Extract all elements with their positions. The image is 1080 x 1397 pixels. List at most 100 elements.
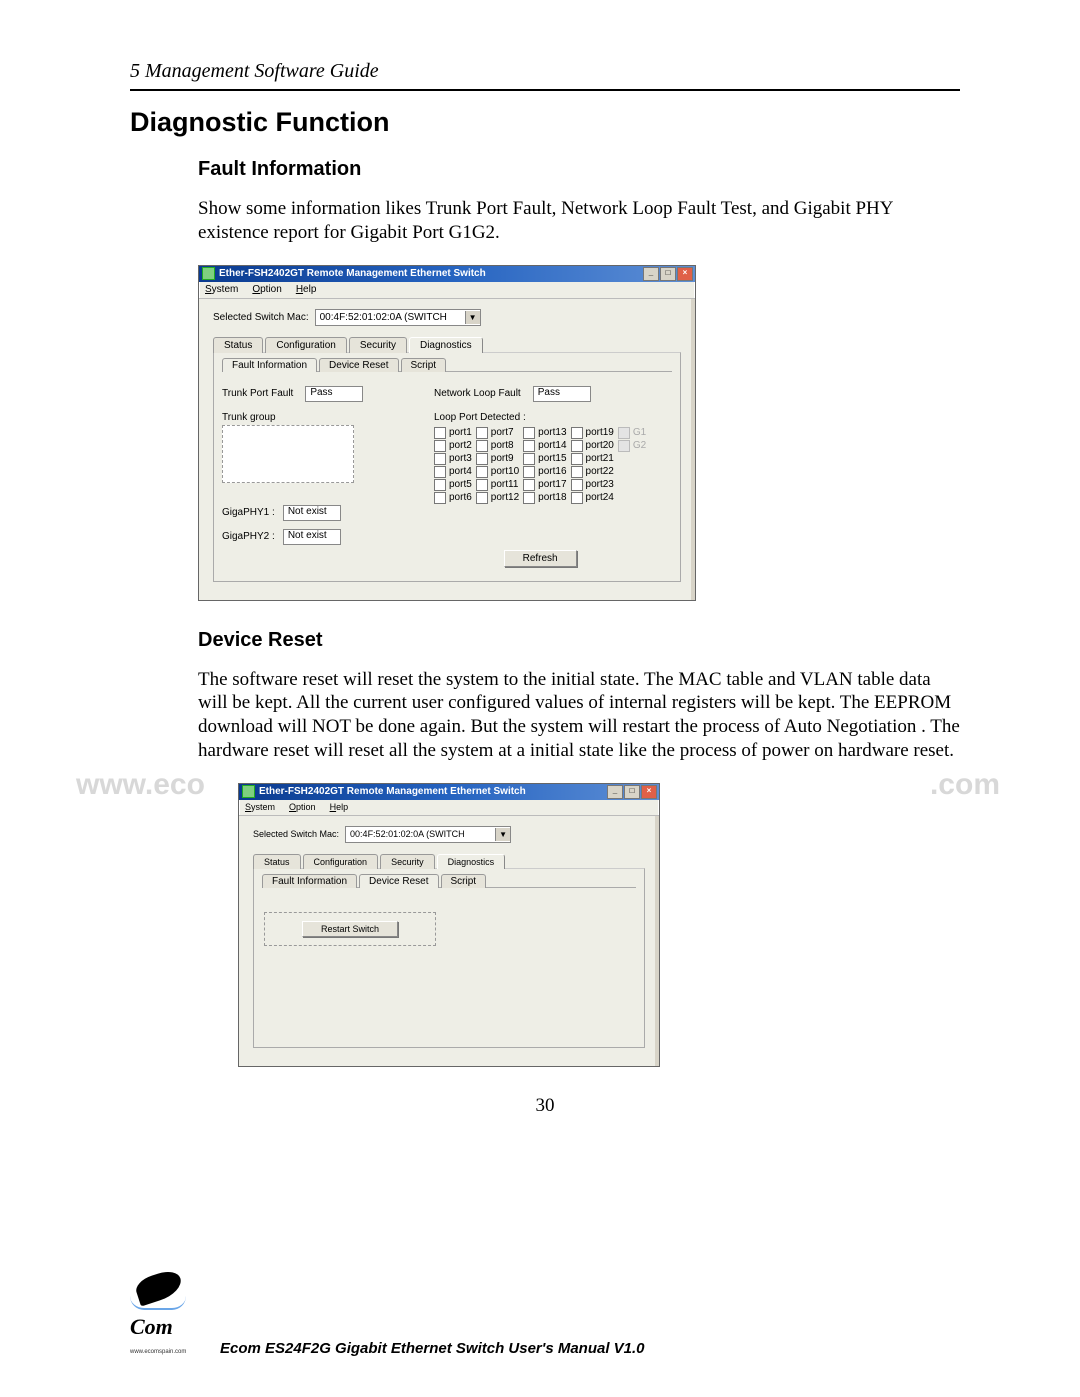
loop-port-label: port9 bbox=[491, 453, 514, 464]
checkbox-icon bbox=[618, 427, 630, 439]
checkbox-icon[interactable] bbox=[523, 479, 535, 491]
app-window-reset: Ether-FSH2402GT Remote Management Ethern… bbox=[238, 783, 660, 1067]
subtab-device-reset[interactable]: Device Reset bbox=[319, 358, 398, 372]
tab-security-2[interactable]: Security bbox=[380, 854, 435, 869]
loop-port-cell: port4 bbox=[434, 466, 472, 478]
subtab-script[interactable]: Script bbox=[401, 358, 447, 372]
subsection-fault-title: Fault Information bbox=[198, 158, 960, 181]
loop-port-cell: port22 bbox=[571, 466, 614, 478]
restart-switch-button[interactable]: Restart Switch bbox=[302, 921, 398, 937]
mac-combo-2[interactable]: 00:4F:52:01:02:0A (SWITCH ▼ bbox=[345, 826, 511, 843]
chevron-down-icon[interactable]: ▼ bbox=[465, 311, 480, 324]
reset-description: The software reset will reset the system… bbox=[198, 668, 960, 763]
trunk-group-list[interactable] bbox=[222, 425, 354, 483]
close-button[interactable]: × bbox=[677, 267, 693, 281]
loop-port-cell: port15 bbox=[523, 453, 566, 465]
checkbox-icon[interactable] bbox=[476, 427, 488, 439]
minimize-button-2[interactable]: _ bbox=[607, 785, 623, 799]
loop-port-cell: port10 bbox=[476, 466, 519, 478]
fault-panel: Trunk Port Fault Pass Trunk group GigaPH… bbox=[222, 371, 672, 567]
loop-port-cell: port20 bbox=[571, 440, 614, 452]
loop-port-label: port5 bbox=[449, 479, 472, 490]
checkbox-icon[interactable] bbox=[434, 440, 446, 452]
loop-port-cell: port19 bbox=[571, 427, 614, 439]
loop-port-cell: G1 bbox=[618, 427, 646, 439]
loop-port-label: port1 bbox=[449, 427, 472, 438]
checkbox-icon[interactable] bbox=[434, 453, 446, 465]
minimize-button[interactable]: _ bbox=[643, 267, 659, 281]
menu-option[interactable]: Option bbox=[252, 284, 281, 295]
checkbox-icon[interactable] bbox=[571, 453, 583, 465]
app-icon-2 bbox=[242, 785, 255, 798]
subtab-fault[interactable]: Fault Information bbox=[222, 358, 317, 372]
loop-port-label: port17 bbox=[538, 479, 566, 490]
loop-port-label: G2 bbox=[633, 440, 646, 451]
subtab-device-reset-2[interactable]: Device Reset bbox=[359, 874, 438, 888]
loop-port-label: port11 bbox=[491, 479, 519, 490]
loop-port-label: port7 bbox=[491, 427, 514, 438]
tab-configuration-2[interactable]: Configuration bbox=[303, 854, 379, 869]
maximize-button[interactable]: □ bbox=[660, 267, 676, 281]
loop-port-label: port19 bbox=[586, 427, 614, 438]
checkbox-icon[interactable] bbox=[434, 427, 446, 439]
checkbox-icon[interactable] bbox=[523, 466, 535, 478]
loop-port-label: port3 bbox=[449, 453, 472, 464]
chevron-down-icon-2[interactable]: ▼ bbox=[495, 828, 510, 841]
gigaphy2-value: Not exist bbox=[283, 529, 341, 545]
wave-icon bbox=[130, 1296, 186, 1310]
tab-diagnostics[interactable]: Diagnostics bbox=[409, 337, 483, 353]
trunk-port-fault-value: Pass bbox=[305, 386, 363, 402]
tab-configuration[interactable]: Configuration bbox=[265, 337, 346, 353]
menu-bar: System Option Help bbox=[199, 282, 695, 299]
close-button-2[interactable]: × bbox=[641, 785, 657, 799]
checkbox-icon[interactable] bbox=[476, 492, 488, 504]
scrollbar[interactable] bbox=[691, 299, 695, 600]
loop-port-cell: port5 bbox=[434, 479, 472, 491]
checkbox-icon[interactable] bbox=[571, 479, 583, 491]
loop-port-label: port4 bbox=[449, 466, 472, 477]
tab-status-2[interactable]: Status bbox=[253, 854, 301, 869]
checkbox-icon[interactable] bbox=[571, 466, 583, 478]
loop-port-label: port21 bbox=[586, 453, 614, 464]
checkbox-icon[interactable] bbox=[476, 479, 488, 491]
scrollbar-2[interactable] bbox=[655, 816, 659, 1066]
checkbox-icon[interactable] bbox=[476, 440, 488, 452]
mac-combo[interactable]: 00:4F:52:01:02:0A (SWITCH ▼ bbox=[315, 309, 481, 326]
checkbox-icon[interactable] bbox=[571, 427, 583, 439]
tab-diagnostics-2[interactable]: Diagnostics bbox=[437, 854, 506, 869]
menu-system-2[interactable]: System bbox=[245, 802, 275, 812]
checkbox-icon[interactable] bbox=[476, 453, 488, 465]
checkbox-icon[interactable] bbox=[434, 466, 446, 478]
checkbox-icon[interactable] bbox=[523, 427, 535, 439]
network-loop-value: Pass bbox=[533, 386, 591, 402]
checkbox-icon[interactable] bbox=[523, 492, 535, 504]
menu-help-2[interactable]: Help bbox=[330, 802, 349, 812]
checkbox-icon[interactable] bbox=[523, 440, 535, 452]
loop-port-cell: port24 bbox=[571, 492, 614, 504]
loop-port-label: port10 bbox=[491, 466, 519, 477]
checkbox-icon[interactable] bbox=[476, 466, 488, 478]
window-title-2: Ether-FSH2402GT Remote Management Ethern… bbox=[259, 786, 526, 797]
checkbox-icon[interactable] bbox=[434, 492, 446, 504]
footer: Com www.ecomspain.com Ecom ES24F2G Gigab… bbox=[130, 1272, 645, 1357]
subtab-fault-2[interactable]: Fault Information bbox=[262, 874, 357, 888]
gigaphy1-label: GigaPHY1 : bbox=[222, 507, 275, 518]
checkbox-icon[interactable] bbox=[434, 479, 446, 491]
menu-option-2[interactable]: Option bbox=[289, 802, 316, 812]
loop-port-cell: port12 bbox=[476, 492, 519, 504]
tab-security[interactable]: Security bbox=[349, 337, 407, 353]
refresh-button[interactable]: Refresh bbox=[504, 550, 577, 567]
trunk-port-fault-label: Trunk Port Fault bbox=[222, 388, 293, 399]
watermark-left: www.eco bbox=[76, 768, 205, 802]
checkbox-icon[interactable] bbox=[571, 492, 583, 504]
checkbox-icon[interactable] bbox=[571, 440, 583, 452]
maximize-button-2[interactable]: □ bbox=[624, 785, 640, 799]
checkbox-icon[interactable] bbox=[523, 453, 535, 465]
loop-port-cell: port18 bbox=[523, 492, 566, 504]
loop-port-cell bbox=[618, 453, 646, 465]
menu-system[interactable]: System bbox=[205, 284, 238, 295]
subtab-script-2[interactable]: Script bbox=[441, 874, 487, 888]
menu-help[interactable]: Help bbox=[296, 284, 317, 295]
logo-text: Com bbox=[130, 1314, 173, 1339]
tab-status[interactable]: Status bbox=[213, 337, 263, 353]
